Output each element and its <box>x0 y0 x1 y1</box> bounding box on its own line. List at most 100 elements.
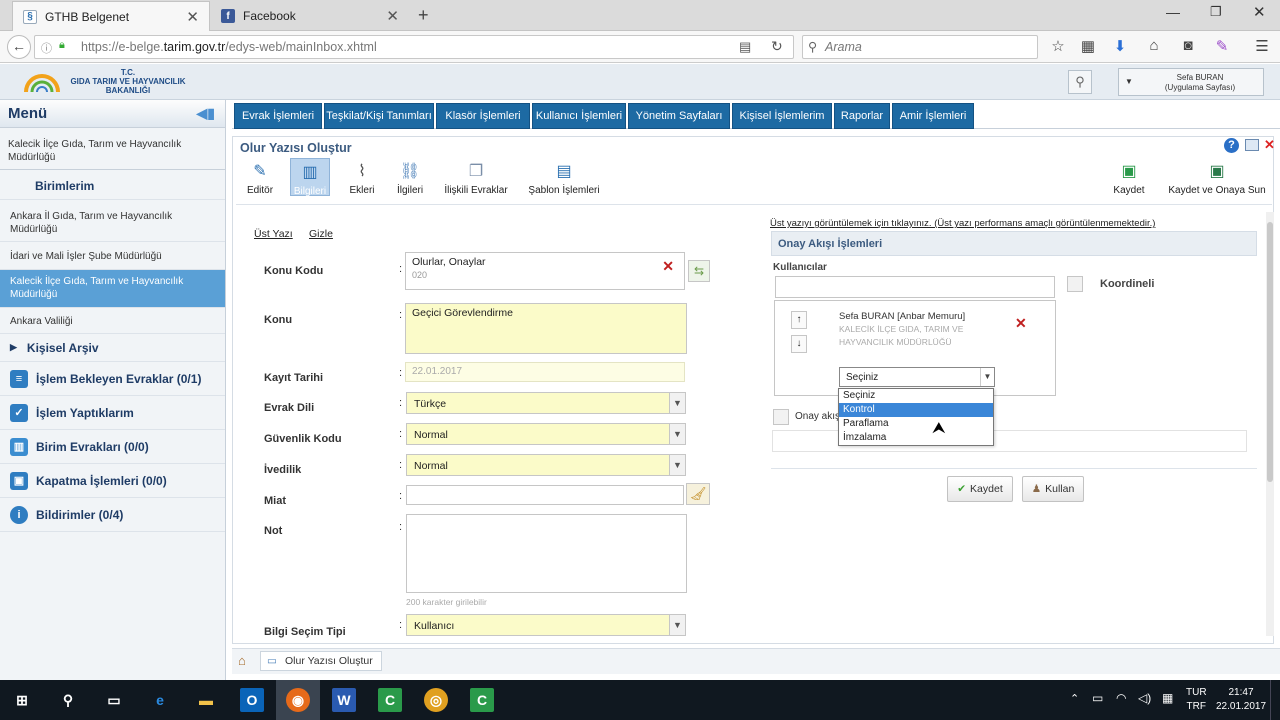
home-icon[interactable]: ⌂ <box>238 653 254 669</box>
sidebar-unit-kalecik[interactable]: Kalecik İlçe Gıda, Tarım ve Hayvancılık … <box>0 270 225 308</box>
toolbar-bilgileri[interactable]: ▥ Bilgileri <box>290 158 330 197</box>
browser-tab-facebook[interactable]: f Facebook ✕ <box>211 1 409 31</box>
sidebar-item-islem-yaptiklarim[interactable]: ✓ İşlem Yaptıklarım <box>0 396 225 430</box>
guvenlik-select[interactable]: Normal ▼ <box>406 423 686 445</box>
miat-input[interactable] <box>406 485 684 505</box>
pen-icon[interactable]: ✎ <box>1212 37 1232 55</box>
library-icon[interactable]: ▦ <box>1078 37 1098 55</box>
menu-kullanici[interactable]: Kullanıcı İşlemleri <box>532 103 626 129</box>
sidebar-birimlerim[interactable]: Birimlerim <box>0 170 225 200</box>
volume-icon[interactable]: ◁) <box>1138 691 1151 705</box>
close-icon[interactable]: ✕ <box>186 8 199 26</box>
menu-klasor[interactable]: Klasör İşlemleri <box>436 103 530 129</box>
download-icon[interactable]: ⬇ <box>1110 37 1130 55</box>
menu-evrak-islemleri[interactable]: Evrak İşlemleri <box>234 103 322 129</box>
gizle-link[interactable]: Gizle <box>309 228 333 240</box>
menu-amir[interactable]: Amir İşlemleri <box>892 103 974 129</box>
browser-tab-gthb[interactable]: § GTHB Belgenet ✕ <box>12 1 210 31</box>
toolbar-kaydet-onaya-sun[interactable]: ▣ Kaydet ve Onaya Sun <box>1164 160 1270 196</box>
home-icon[interactable]: ⌂ <box>1144 37 1164 54</box>
reload-icon[interactable]: ↻ <box>771 38 783 55</box>
menu-raporlar[interactable]: Raporlar <box>834 103 890 129</box>
option-paraflama[interactable]: Paraflama <box>839 417 993 431</box>
sidebar-kisisel-arsiv[interactable]: ▶ Kişisel Arşiv <box>0 334 225 362</box>
user-menu[interactable]: ▼ Sefa BURAN (Uygulama Sayfası) <box>1118 68 1264 96</box>
menu-kisisel[interactable]: Kişisel İşlemlerim <box>732 103 832 129</box>
chrome-icon[interactable]: ◎ <box>424 688 448 712</box>
toolbar-editor[interactable]: ✎ Editör <box>244 160 276 196</box>
camtasia-recorder-icon[interactable]: C <box>470 688 494 712</box>
menu-yonetim[interactable]: Yönetim Sayfaları <box>628 103 730 129</box>
firefox-icon[interactable]: ◉ <box>286 688 310 712</box>
toolbar-ilgileri[interactable]: ⛓ İlgileri <box>394 160 426 196</box>
koordineli-checkbox[interactable] <box>1067 276 1083 292</box>
sidebar-item-islem-bekleyen[interactable]: ≡ İşlem Bekleyen Evraklar (0/1) <box>0 362 225 396</box>
search-input[interactable]: ⚲ Arama <box>802 35 1038 59</box>
language-indicator[interactable]: TUR TRF <box>1186 686 1207 714</box>
kaydet-button[interactable]: ✔ Kaydet <box>947 476 1013 502</box>
tray-chevron-icon[interactable]: ⌃ <box>1070 692 1079 705</box>
kullanici-input[interactable] <box>775 276 1055 298</box>
onay-type-select[interactable]: Seçiniz ▼ <box>839 367 995 387</box>
close-window-icon[interactable]: ✕ <box>1253 3 1266 21</box>
evrak-dili-select[interactable]: Türkçe ▼ <box>406 392 686 414</box>
windows-start-icon[interactable]: ⊞ <box>10 688 34 712</box>
pocket-icon[interactable]: ◙ <box>1178 37 1198 54</box>
info-icon[interactable]: ⓘ <box>41 40 52 56</box>
remove-user-icon[interactable]: ✕ <box>1015 315 1027 332</box>
task-view-icon[interactable]: ▭ <box>102 688 126 712</box>
remove-icon[interactable]: ✕ <box>662 258 674 275</box>
maximize-icon[interactable]: ❐ <box>1210 4 1222 20</box>
option-seciniz[interactable]: Seçiniz <box>839 389 993 403</box>
url-bar[interactable]: ⓘ 🔒︎ https://e-belge.tarim.gov.tr/edys-w… <box>34 35 794 59</box>
collapse-arrow-icon[interactable]: ◀▮ <box>197 105 215 122</box>
tree-select-icon[interactable]: ⇆ <box>688 260 710 282</box>
sidebar-unit-ankara-valiligi[interactable]: Ankara Valiliği <box>0 308 225 334</box>
minimize-icon[interactable]: — <box>1166 4 1180 20</box>
close-panel-icon[interactable]: ✕ <box>1264 137 1275 153</box>
sidebar-item-bildirimler[interactable]: i Bildirimler (0/4) <box>0 498 225 532</box>
kullan-button[interactable]: ♟ Kullan <box>1022 476 1084 502</box>
konu-kodu-field[interactable]: Olurlar, Onaylar 020 ✕ <box>405 252 685 290</box>
wifi-icon[interactable]: ◠ <box>1116 691 1126 705</box>
ust-yazi-goruntule-link[interactable]: Üst yazıyı görüntülemek için tıklayınız.… <box>770 218 1155 229</box>
edge-icon[interactable]: e <box>148 688 172 712</box>
toolbar-iliskili[interactable]: ❐ İlişkili Evraklar <box>442 160 510 196</box>
ust-yazi-link[interactable]: Üst Yazı <box>254 228 293 240</box>
toolbar-sablon[interactable]: ▤ Şablon İşlemleri <box>526 160 602 196</box>
help-icon[interactable]: ? <box>1224 138 1239 153</box>
keyboard-icon[interactable]: ▦ <box>1162 691 1173 705</box>
move-up-icon[interactable]: ↑ <box>791 311 807 329</box>
reader-view-icon[interactable]: ▤ <box>739 39 751 55</box>
menu-icon[interactable]: ☰ <box>1252 37 1272 55</box>
menu-teskilat[interactable]: Teşkilat/Kişi Tanımları <box>324 103 434 129</box>
bilgi-secim-select[interactable]: Kullanıcı ▼ <box>406 614 686 636</box>
search-icon[interactable]: ⚲ <box>56 688 80 712</box>
new-tab-icon[interactable]: + <box>418 5 429 26</box>
toolbar-ekleri[interactable]: ⌇ Ekleri <box>346 160 378 196</box>
camtasia-icon[interactable]: C <box>378 688 402 712</box>
sidebar-unit-idari-mali[interactable]: İdari ve Mali İşler Şube Müdürlüğü <box>0 242 225 270</box>
battery-icon[interactable]: ▭ <box>1092 691 1103 705</box>
word-icon[interactable]: W <box>332 688 356 712</box>
back-icon[interactable]: ← <box>7 35 31 59</box>
breadcrumb-tab[interactable]: ▭ Olur Yazısı Oluştur <box>260 651 382 671</box>
sidebar-item-birim-evraklari[interactable]: ▥ Birim Evrakları (0/0) <box>0 430 225 464</box>
scrollbar[interactable] <box>1266 212 1274 636</box>
toolbar-kaydet[interactable]: ▣ Kaydet <box>1108 160 1150 196</box>
bookmark-star-icon[interactable]: ☆ <box>1048 37 1068 55</box>
close-icon[interactable]: ✕ <box>386 7 399 25</box>
onay-akis-checkbox[interactable] <box>773 409 789 425</box>
broom-clear-icon[interactable]: 🧹︎ <box>686 483 710 505</box>
outlook-icon[interactable]: O <box>240 688 264 712</box>
not-textarea[interactable] <box>406 514 687 593</box>
window-icon[interactable] <box>1245 139 1259 151</box>
sidebar-unit-ankara-il[interactable]: Ankara İl Gıda, Tarım ve Hayvancılık Müd… <box>0 200 225 242</box>
scrollbar-thumb[interactable] <box>1267 222 1273 482</box>
file-explorer-icon[interactable]: ▬ <box>194 688 218 712</box>
show-desktop[interactable] <box>1270 680 1280 720</box>
konu-field[interactable]: Geçici Görevlendirme <box>405 303 687 354</box>
clock[interactable]: 21:47 22.01.2017 <box>1216 686 1266 714</box>
ivedilik-select[interactable]: Normal ▼ <box>406 454 686 476</box>
header-search-icon[interactable]: ⚲ <box>1068 70 1092 94</box>
